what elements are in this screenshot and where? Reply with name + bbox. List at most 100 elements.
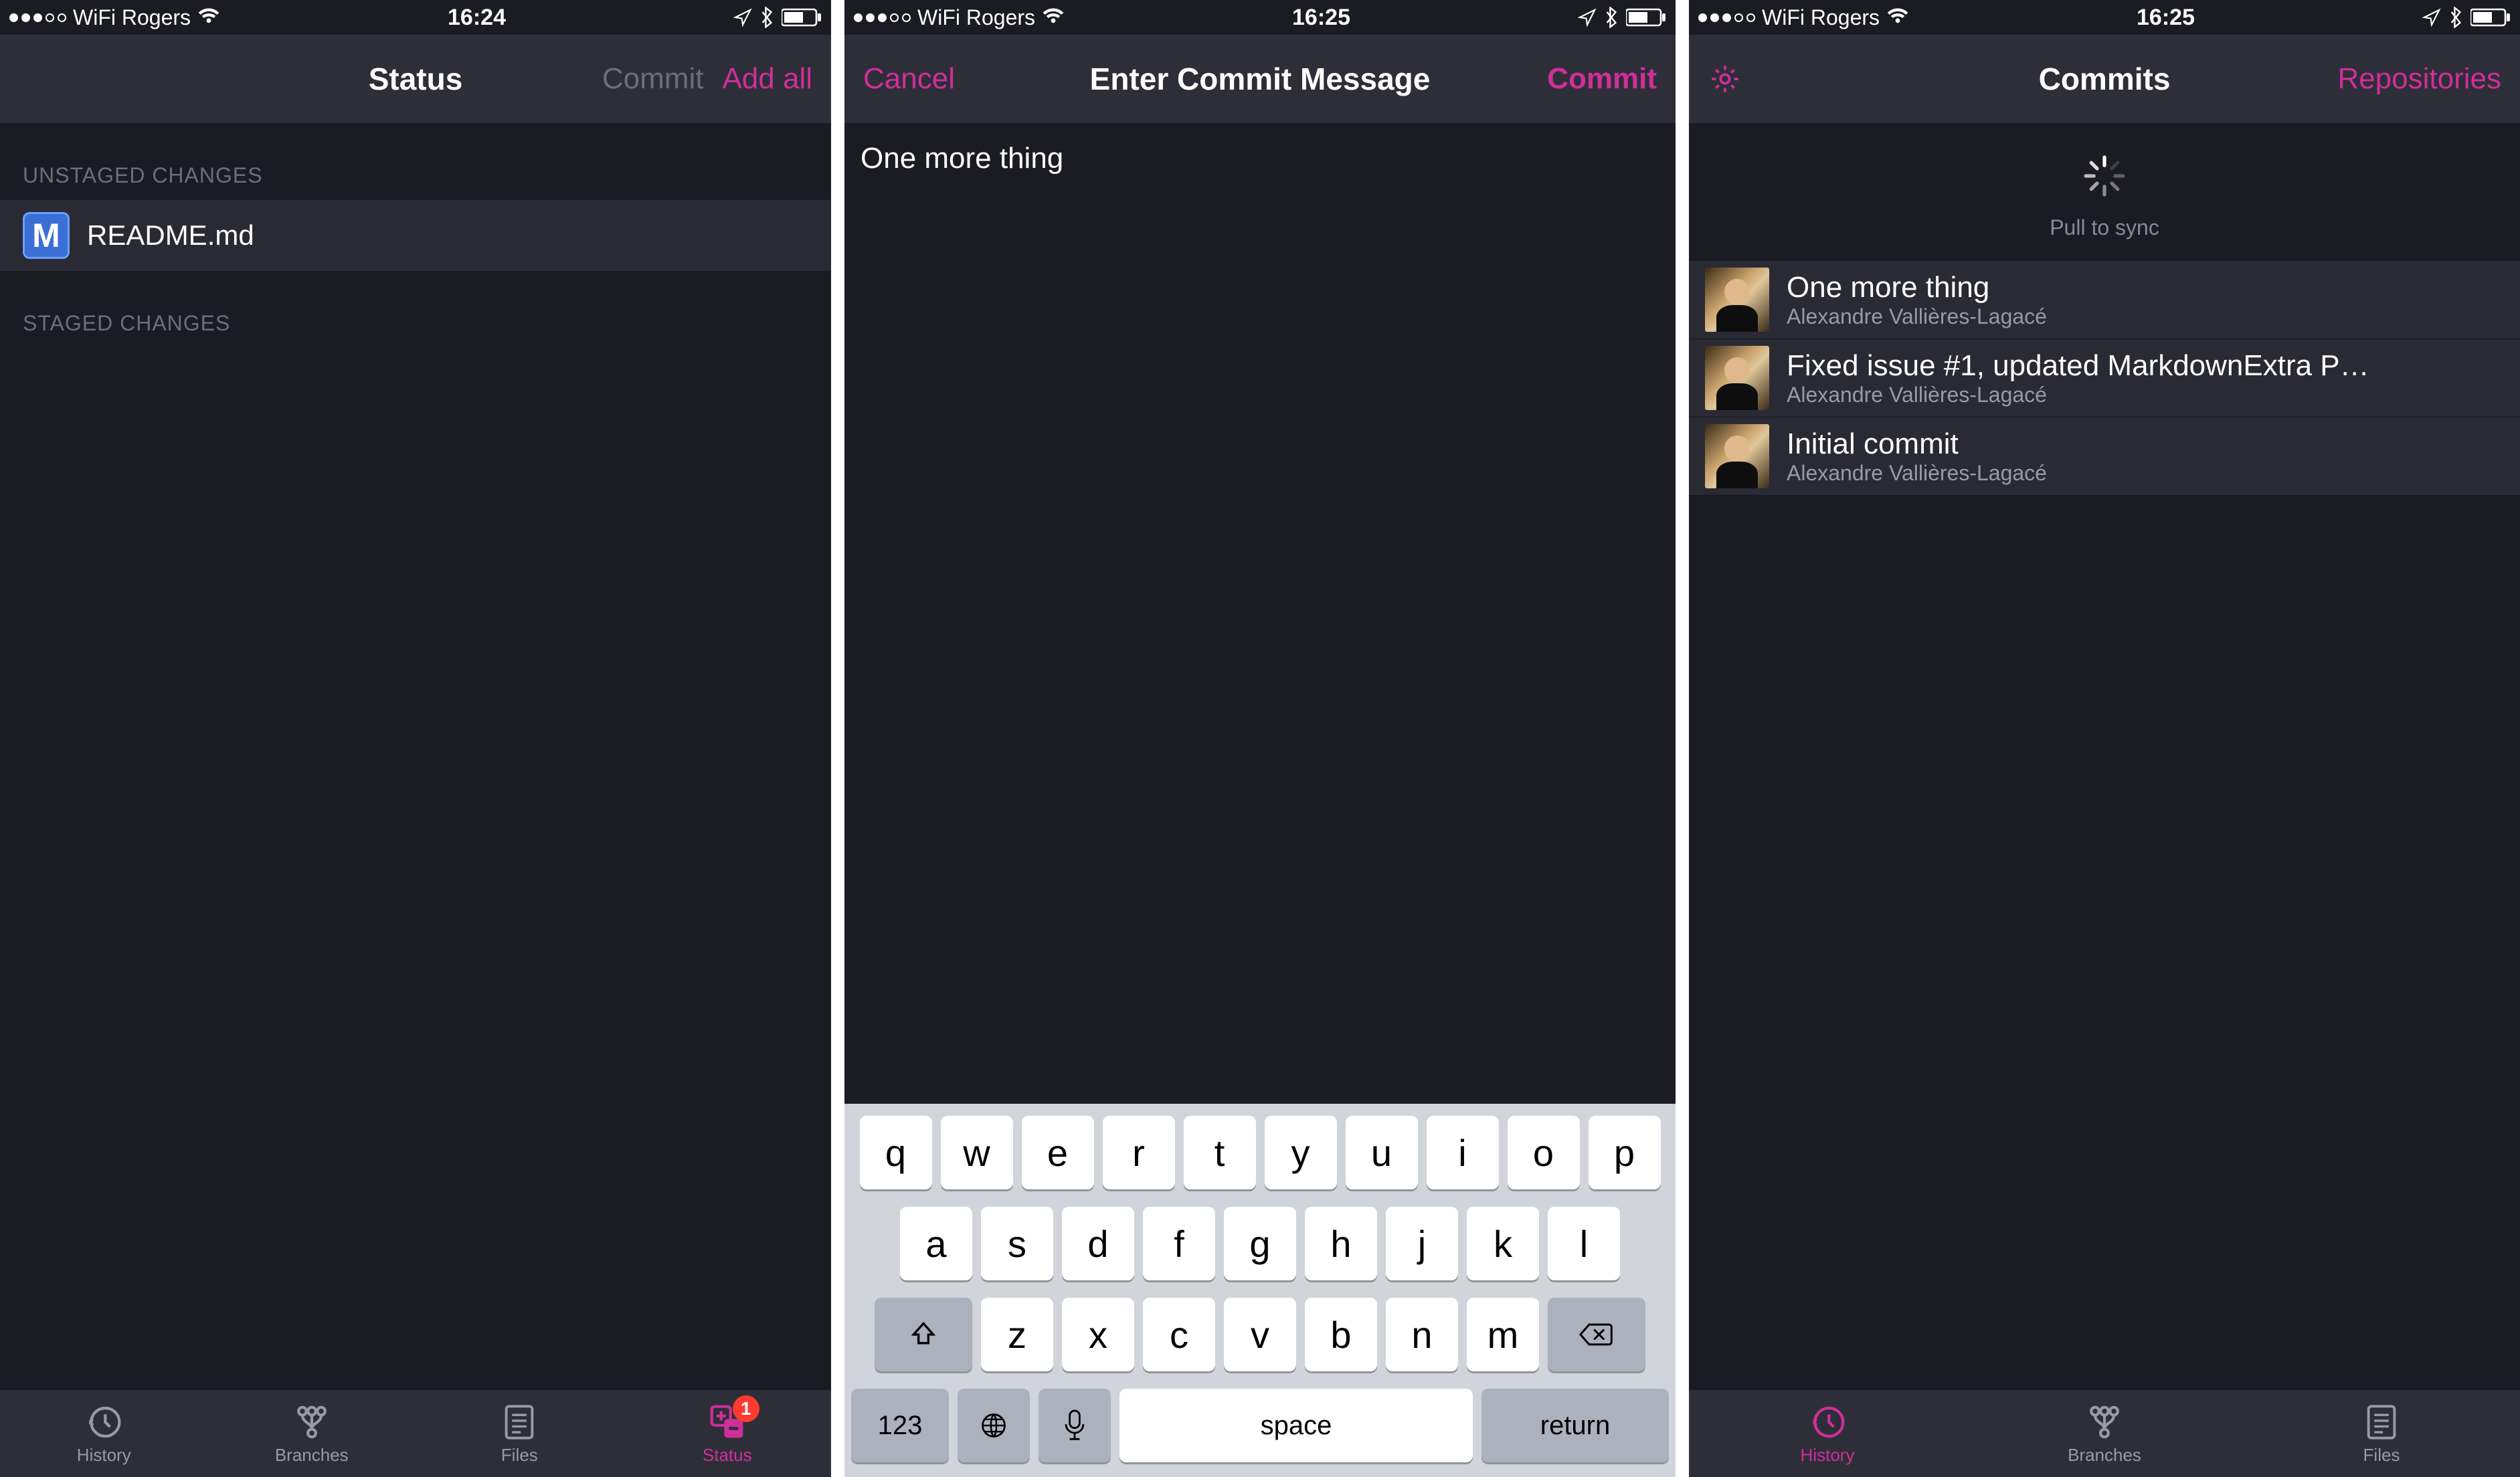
nav-bar: Status Commit Add all xyxy=(0,35,831,123)
repositories-button[interactable]: Repositories xyxy=(2337,62,2501,96)
commit-title: One more thing xyxy=(1787,271,2047,304)
key-s[interactable]: s xyxy=(981,1207,1053,1280)
nav-bar: Commits Repositories xyxy=(1689,35,2520,123)
status-icon: 1 xyxy=(707,1402,747,1442)
key-x[interactable]: x xyxy=(1062,1298,1134,1371)
tab-branches[interactable]: Branches xyxy=(208,1390,416,1477)
location-icon xyxy=(733,8,752,27)
mic-key[interactable] xyxy=(1039,1389,1111,1462)
status-bar: WiFi Rogers 16:24 xyxy=(0,0,831,35)
keyboard: qwertyuiop asdfghjkl zxcvbnm 123 space r… xyxy=(844,1104,1676,1477)
branches-icon xyxy=(292,1402,332,1442)
commit-button[interactable]: Commit xyxy=(602,62,704,96)
commit-button[interactable]: Commit xyxy=(1547,62,1657,96)
tab-history[interactable]: History xyxy=(0,1390,208,1477)
key-q[interactable]: q xyxy=(860,1116,932,1189)
commit-message-text: One more thing xyxy=(844,123,1676,194)
key-u[interactable]: u xyxy=(1346,1116,1418,1189)
tab-label: Branches xyxy=(275,1445,349,1466)
numbers-key[interactable]: 123 xyxy=(851,1389,949,1462)
return-key[interactable]: return xyxy=(1481,1389,1669,1462)
avatar xyxy=(1705,268,1769,332)
history-icon xyxy=(1807,1402,1848,1442)
globe-key[interactable] xyxy=(958,1389,1030,1462)
clock: 16:25 xyxy=(2137,5,2195,31)
key-o[interactable]: o xyxy=(1508,1116,1580,1189)
key-w[interactable]: w xyxy=(941,1116,1013,1189)
history-icon xyxy=(84,1402,124,1442)
key-p[interactable]: p xyxy=(1589,1116,1661,1189)
key-a[interactable]: a xyxy=(900,1207,972,1280)
key-v[interactable]: v xyxy=(1224,1298,1296,1371)
commit-item[interactable]: Fixed issue #1, updated MarkdownExtra P…… xyxy=(1689,339,2520,417)
avatar xyxy=(1705,346,1769,410)
carrier-label: WiFi Rogers xyxy=(73,5,191,30)
file-row[interactable]: M README.md xyxy=(0,200,831,271)
status-bar: WiFi Rogers 16:25 xyxy=(1689,0,2520,35)
key-g[interactable]: g xyxy=(1224,1207,1296,1280)
bluetooth-icon xyxy=(2449,7,2462,28)
pull-label: Pull to sync xyxy=(1689,215,2520,240)
wifi-icon xyxy=(197,5,220,30)
key-b[interactable]: b xyxy=(1305,1298,1377,1371)
shift-key[interactable] xyxy=(875,1298,972,1371)
pull-to-sync[interactable]: Pull to sync xyxy=(1689,123,2520,260)
key-m[interactable]: m xyxy=(1467,1298,1539,1371)
unstaged-header: UNSTAGED CHANGES xyxy=(0,123,831,200)
key-n[interactable]: n xyxy=(1386,1298,1458,1371)
tab-label: History xyxy=(77,1445,131,1466)
tab-label: Status xyxy=(703,1445,752,1466)
key-d[interactable]: d xyxy=(1062,1207,1134,1280)
key-h[interactable]: h xyxy=(1305,1207,1377,1280)
files-icon xyxy=(499,1402,539,1442)
key-c[interactable]: c xyxy=(1143,1298,1215,1371)
bluetooth-icon xyxy=(1605,7,1618,28)
commit-author: Alexandre Vallières-Lagacé xyxy=(1787,304,2047,329)
commit-message-input[interactable]: One more thing xyxy=(844,123,1676,1104)
commit-author: Alexandre Vallières-Lagacé xyxy=(1787,461,2047,486)
battery-icon xyxy=(782,8,822,27)
wifi-icon xyxy=(1042,5,1065,30)
key-y[interactable]: y xyxy=(1265,1116,1337,1189)
battery-icon xyxy=(2470,8,2511,27)
cancel-button[interactable]: Cancel xyxy=(863,62,955,96)
key-l[interactable]: l xyxy=(1548,1207,1620,1280)
key-r[interactable]: r xyxy=(1103,1116,1175,1189)
tab-label: Files xyxy=(2363,1445,2400,1466)
key-z[interactable]: z xyxy=(981,1298,1053,1371)
location-icon xyxy=(2422,8,2441,27)
status-badge: 1 xyxy=(733,1395,759,1422)
key-e[interactable]: e xyxy=(1022,1116,1094,1189)
backspace-key[interactable] xyxy=(1548,1298,1645,1371)
spinner-icon xyxy=(2081,153,2128,199)
commit-item[interactable]: One more thingAlexandre Vallières-Lagacé xyxy=(1689,260,2520,339)
key-k[interactable]: k xyxy=(1467,1207,1539,1280)
add-all-button[interactable]: Add all xyxy=(722,62,812,96)
tab-files[interactable]: Files xyxy=(2243,1390,2520,1477)
signal-dots-icon xyxy=(9,13,66,22)
key-t[interactable]: t xyxy=(1184,1116,1256,1189)
tab-files[interactable]: Files xyxy=(416,1390,624,1477)
space-key[interactable]: space xyxy=(1119,1389,1473,1462)
tab-status[interactable]: 1 Status xyxy=(624,1390,832,1477)
tab-history[interactable]: History xyxy=(1689,1390,1966,1477)
battery-icon xyxy=(1626,8,1666,27)
key-f[interactable]: f xyxy=(1143,1207,1215,1280)
signal-dots-icon xyxy=(1698,13,1755,22)
settings-button[interactable] xyxy=(1708,62,1742,96)
staged-header: STAGED CHANGES xyxy=(0,271,831,348)
wifi-icon xyxy=(1886,5,1909,30)
file-name: README.md xyxy=(87,219,254,252)
tab-branches[interactable]: Branches xyxy=(1966,1390,2243,1477)
nav-bar: Cancel Enter Commit Message Commit xyxy=(844,35,1676,123)
commit-item[interactable]: Initial commitAlexandre Vallières-Lagacé xyxy=(1689,417,2520,496)
commit-author: Alexandre Vallières-Lagacé xyxy=(1787,383,2369,407)
clock: 16:25 xyxy=(1292,5,1350,31)
carrier-label: WiFi Rogers xyxy=(917,5,1035,30)
tab-label: History xyxy=(1801,1445,1855,1466)
key-j[interactable]: j xyxy=(1386,1207,1458,1280)
tab-bar: History Branches Files 1 Status xyxy=(0,1390,831,1477)
tab-label: Branches xyxy=(2068,1445,2141,1466)
key-i[interactable]: i xyxy=(1427,1116,1499,1189)
tab-label: Files xyxy=(501,1445,538,1466)
